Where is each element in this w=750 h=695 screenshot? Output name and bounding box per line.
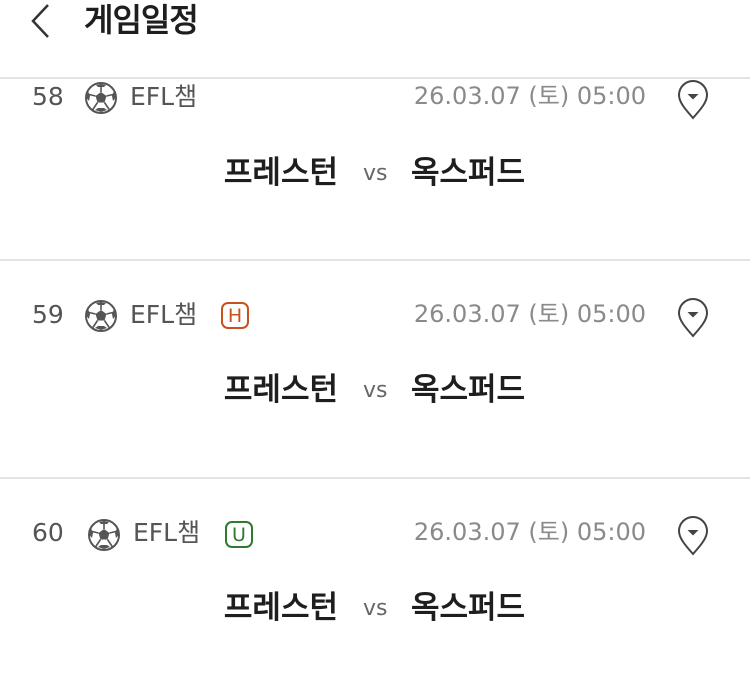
match-number: 59: [32, 300, 64, 329]
soccer-ball-icon: [85, 82, 117, 114]
row-divider: [0, 259, 750, 261]
home-team: 프레스턴: [223, 155, 338, 191]
app-header: 게임일정: [0, 0, 750, 77]
match-datetime: 26.03.07 (토) 05:00: [413, 300, 646, 328]
map-pin-icon: [677, 297, 709, 338]
match-item[interactable]: 60 EFL챔 U 26.03.07 (토) 05:00 프레스턴 vs 옥스퍼…: [0, 515, 750, 695]
map-pin-icon: [677, 515, 709, 556]
match-number: 60: [32, 518, 64, 547]
location-button[interactable]: [676, 297, 710, 341]
home-team: 프레스턴: [223, 372, 338, 408]
soccer-ball-icon: [88, 519, 120, 551]
page-title: 게임일정: [84, 1, 199, 39]
league-name: EFL챔: [133, 518, 201, 547]
match-item[interactable]: 59 EFL챔 H 26.03.07 (토) 05:00 프레스턴 vs 옥스퍼…: [0, 297, 750, 477]
league-name: EFL챔: [130, 82, 198, 111]
league-name: EFL챔: [130, 300, 198, 329]
home-team: 프레스턴: [223, 590, 338, 626]
back-button[interactable]: [26, 0, 60, 44]
handicap-badge: H: [221, 302, 249, 329]
row-divider: [0, 477, 750, 479]
match-number: 58: [32, 82, 64, 111]
teams-row: 프레스턴 vs 옥스퍼드: [0, 153, 750, 193]
match-datetime: 26.03.07 (토) 05:00: [413, 518, 646, 546]
chevron-left-icon: [31, 4, 49, 38]
teams-row: 프레스턴 vs 옥스퍼드: [0, 370, 750, 410]
soccer-ball-icon: [85, 300, 117, 332]
vs-label: vs: [363, 596, 388, 621]
away-team: 옥스퍼드: [411, 155, 526, 191]
match-item[interactable]: 58 EFL챔 26.03.07 (토) 05:00 프레스턴 vs 옥스퍼드: [0, 79, 750, 259]
vs-label: vs: [363, 378, 388, 403]
location-button[interactable]: [676, 515, 710, 559]
vs-label: vs: [363, 161, 388, 186]
location-button[interactable]: [676, 79, 710, 123]
away-team: 옥스퍼드: [411, 590, 526, 626]
match-datetime: 26.03.07 (토) 05:00: [413, 82, 646, 110]
away-team: 옥스퍼드: [411, 372, 526, 408]
teams-row: 프레스턴 vs 옥스퍼드: [0, 588, 750, 628]
map-pin-icon: [677, 79, 709, 120]
under-badge: U: [225, 521, 253, 548]
